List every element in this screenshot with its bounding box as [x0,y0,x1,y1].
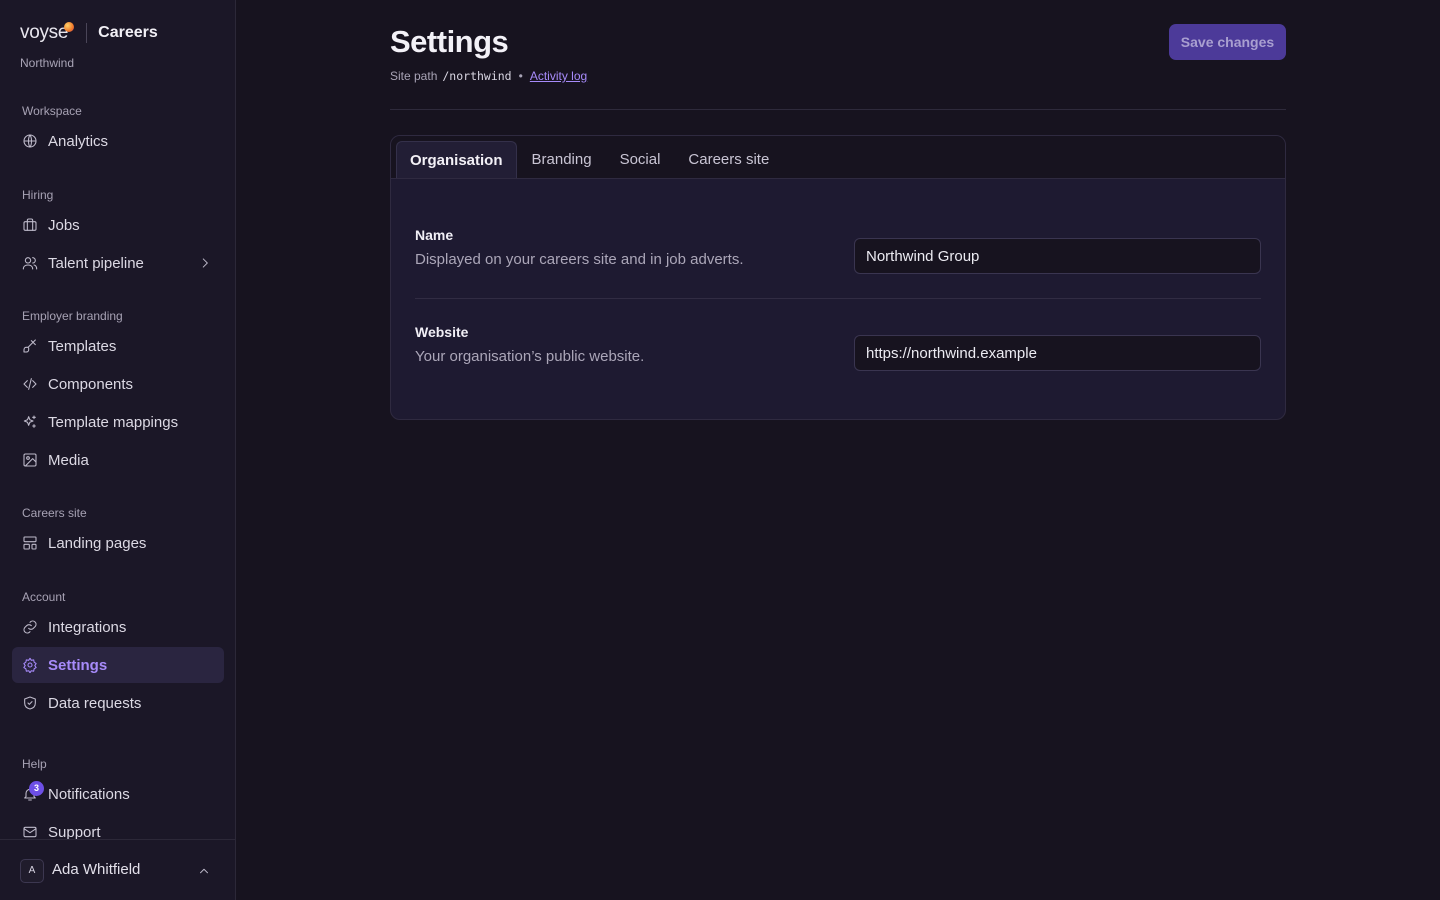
layout-icon [22,535,38,551]
sidebar-item-templates[interactable]: Templates [12,328,224,364]
sidebar-item-label: Jobs [48,216,80,234]
user-menu[interactable]: A Ada Whitfield [0,839,235,900]
separator: • [518,69,523,83]
sparkles-icon [22,414,38,430]
sidebar-item-label: Talent pipeline [48,254,144,272]
sidebar-item-label: Template mappings [48,413,179,431]
sidebar-item-template-mappings[interactable]: Template mappings [12,404,224,440]
nav-group-help: Help 3 Notifications Support [0,754,235,839]
sidebar-item-talent-pipeline[interactable]: Talent pipeline [12,245,224,281]
avatar: A [20,859,44,883]
tab-branding[interactable]: Branding [519,141,605,178]
brand[interactable]: voyse Careers [20,22,158,44]
image-icon [22,452,38,468]
sidebar-item-label: Data requests [48,694,142,712]
name-input[interactable] [854,238,1261,274]
site-path-value: /northwind [442,69,512,83]
mail-icon [22,824,38,839]
shield-icon [22,695,38,711]
sidebar-item-integrations[interactable]: Integrations [12,609,224,645]
sidebar-item-settings[interactable]: Settings [12,647,224,683]
nav-group-account: Account Integrations Settings Data reque… [0,587,235,721]
nav-group-label: Help [22,757,47,771]
gear-icon [22,657,38,673]
sidebar-scroll-area[interactable]: voyse Careers Northwind Workspace Analyt… [0,0,235,839]
nav-group-workspace: Workspace Analytics [0,101,235,159]
balloon-icon [64,22,75,32]
sidebar-item-components[interactable]: Components [12,366,224,402]
sidebar-item-jobs[interactable]: Jobs [12,207,224,243]
tab-organisation[interactable]: Organisation [396,141,517,178]
website-field-row: Website Your organisation’s public websi… [415,324,1261,371]
globe-icon [22,133,38,149]
sidebar-item-label: Components [48,375,134,393]
tab-social[interactable]: Social [607,141,674,178]
brand-logo: voyse [20,22,75,44]
chevron-up-icon [197,864,211,878]
nav-group-label: Workspace [22,104,82,118]
header-divider [390,109,1286,110]
link-icon [22,619,38,635]
code-icon [22,376,38,392]
chevron-right-icon[interactable] [198,256,212,270]
sidebar-item-notifications[interactable]: 3 Notifications [12,776,224,812]
brush-icon [22,338,38,354]
product-name: Careers [98,24,158,41]
sidebar-item-label: Settings [48,656,108,674]
sidebar-item-analytics[interactable]: Analytics [12,123,224,159]
organisation-name: Northwind [20,56,75,70]
nav-group-label: Hiring [22,188,54,202]
sidebar-item-landing-pages[interactable]: Landing pages [12,525,224,561]
page-title: Settings [390,24,509,59]
user-name: Ada Whitfield [52,861,141,878]
field-divider [415,298,1261,299]
briefcase-icon [22,217,38,233]
nav-group-careers-site: Careers site Landing pages [0,503,235,561]
sidebar-item-label: Integrations [48,618,127,636]
settings-card: Organisation Branding Social Careers sit… [390,135,1286,420]
sidebar-item-label: Analytics [48,132,109,150]
brand-divider [86,23,88,43]
save-button[interactable]: Save changes [1169,24,1286,60]
sidebar-item-label: Notifications [48,785,130,803]
website-input[interactable] [854,335,1261,371]
sidebar-item-label: Support [48,823,101,840]
sidebar-item-support[interactable]: Support [12,814,224,839]
users-icon [22,255,38,271]
page-subtitle: Site path /northwind • Activity log [390,69,587,83]
nav-group-label: Employer branding [22,309,123,323]
sidebar-item-label: Templates [48,337,117,355]
nav-group-hiring: Hiring Jobs Talent pipeline [0,185,235,281]
sidebar: voyse Careers Northwind Workspace Analyt… [0,0,236,900]
notification-count-badge: 3 [29,781,44,796]
nav-group-employer-branding: Employer branding Templates Components T… [0,306,235,478]
activity-log-link[interactable]: Activity log [530,69,587,83]
sidebar-item-data-requests[interactable]: Data requests [12,685,224,721]
nav-group-label: Careers site [22,506,87,520]
sidebar-item-label: Landing pages [48,534,147,552]
tab-careers-site[interactable]: Careers site [675,141,782,178]
sidebar-item-label: Media [48,451,89,469]
nav-group-label: Account [22,590,66,604]
site-path-label: Site path [390,69,438,83]
settings-tabs: Organisation Branding Social Careers sit… [391,136,1285,179]
name-field-row: Name Displayed on your careers site and … [415,227,1261,274]
sidebar-item-media[interactable]: Media [12,442,224,478]
